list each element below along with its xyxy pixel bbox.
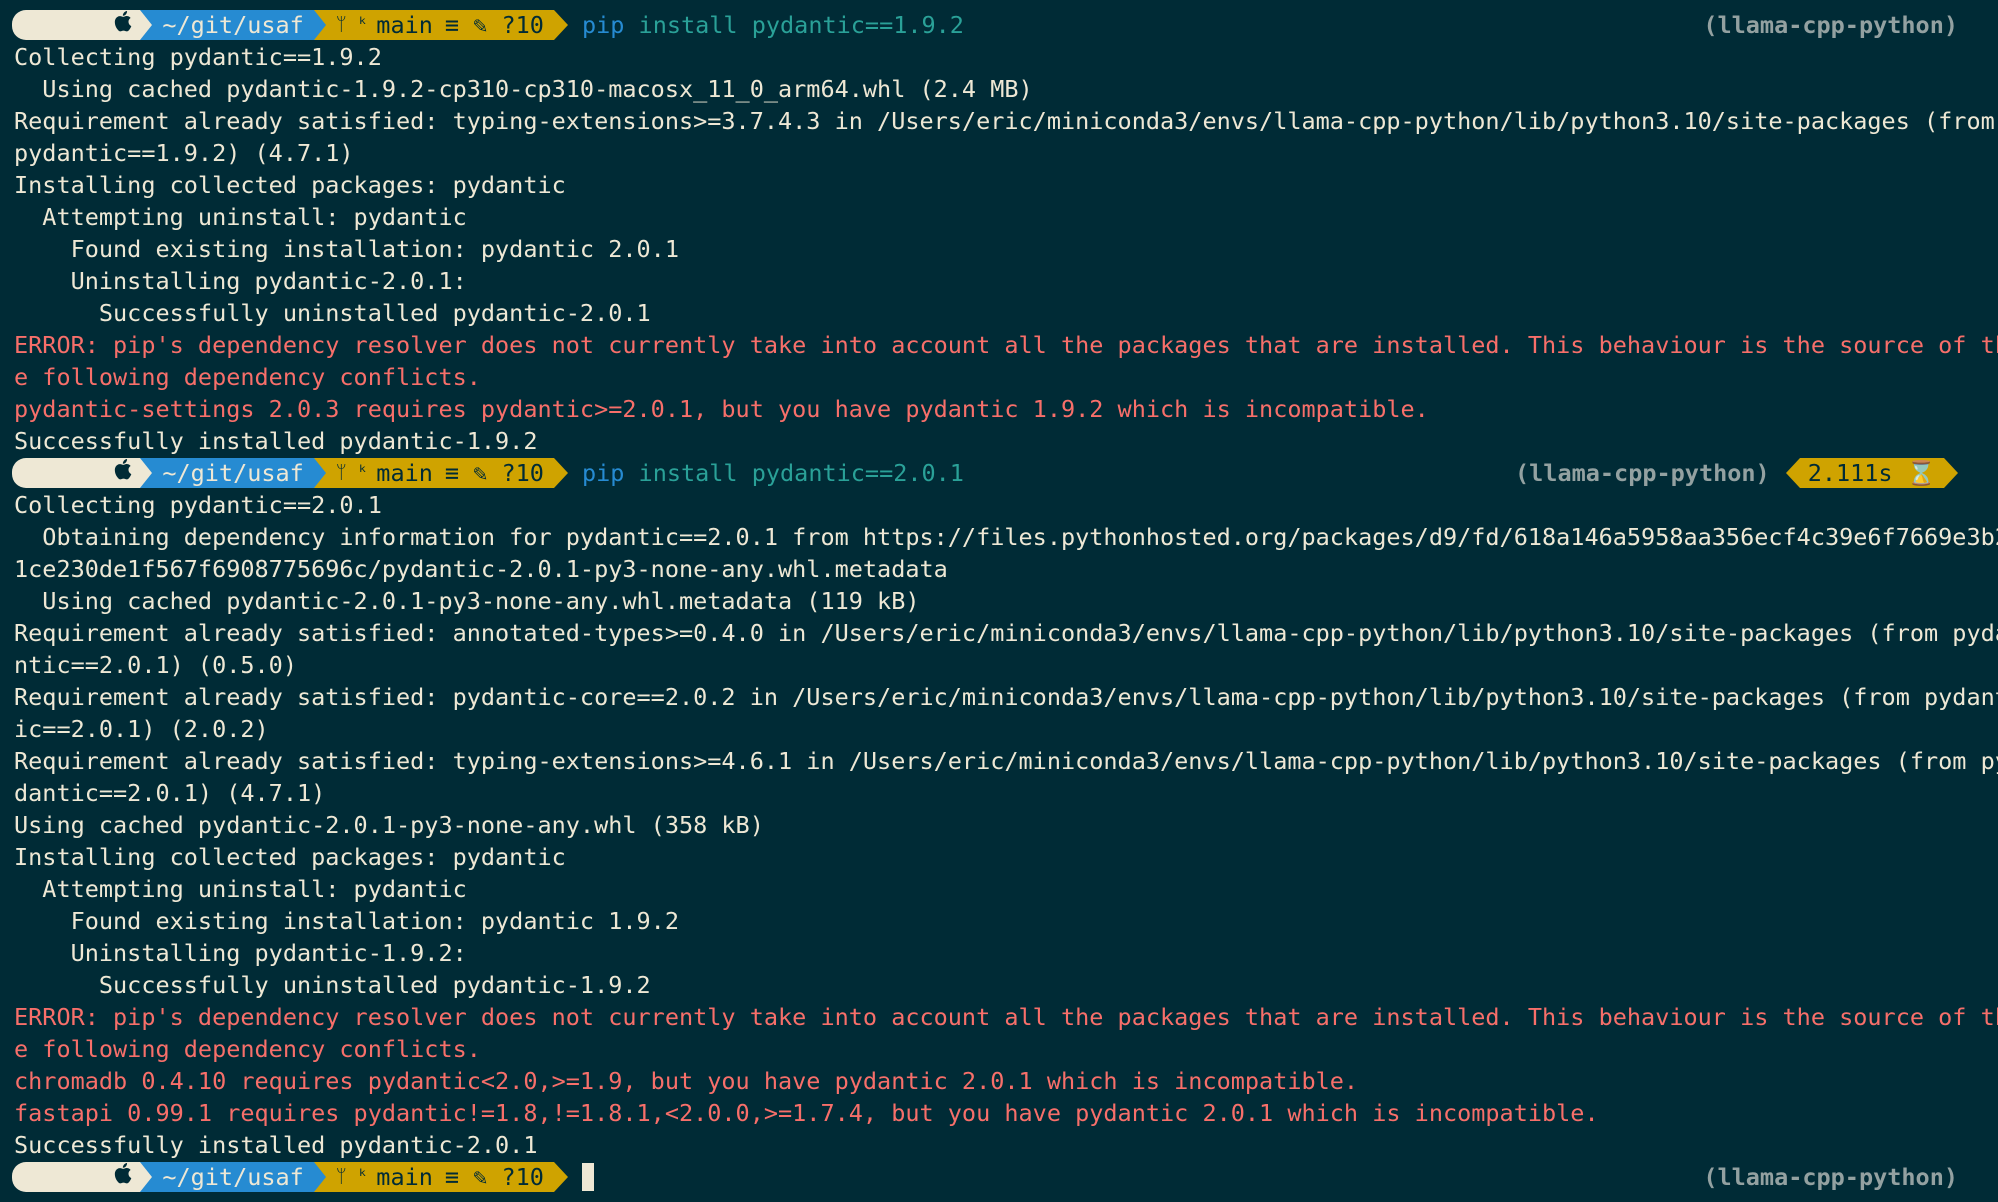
conda-env: (llama-cpp-python) xyxy=(1703,11,1958,39)
branch-icon: ᛘ ᵏ xyxy=(335,462,369,483)
prompt-line-2: ~/git/usaf ᛘ ᵏ main ≡ ✎ ?10 pip install pyd… xyxy=(12,457,1998,489)
segment-separator xyxy=(1944,458,1958,488)
error-output-line: ERROR: pip's dependency resolver does no… xyxy=(14,1003,1998,1031)
current-directory: ~/git/usaf xyxy=(162,1163,304,1191)
env-indicator: (llama-cpp-python) xyxy=(1703,9,1958,41)
output-line: pydantic==1.9.2) (4.7.1) xyxy=(14,139,354,167)
output-line: Uninstalling pydantic-1.9.2: xyxy=(14,939,467,967)
output-line: dantic==2.0.1) (4.7.1) xyxy=(14,779,326,807)
os-segment xyxy=(12,458,141,488)
command-args: install pydantic==1.9.2 xyxy=(638,11,964,39)
error-output-line: fastapi 0.99.1 requires pydantic!=1.8,!=… xyxy=(14,1099,1599,1127)
output-line: Successfully installed pydantic-1.9.2 xyxy=(14,427,538,455)
output-line: Successfully uninstalled pydantic-2.0.1 xyxy=(14,299,651,327)
output-line: Uninstalling pydantic-2.0.1: xyxy=(14,267,467,295)
output-line: Installing collected packages: pydantic xyxy=(14,843,566,871)
command-name: pip xyxy=(581,459,625,487)
prompt-line-3[interactable]: ~/git/usaf ᛘ ᵏ main ≡ ✎ ?10 (llama-cpp-pyth… xyxy=(12,1161,1998,1193)
output-line: Collecting pydantic==1.9.2 xyxy=(14,43,382,71)
text-cursor[interactable] xyxy=(581,1163,594,1191)
output-line: Using cached pydantic-2.0.1-py3-none-any… xyxy=(14,811,764,839)
output-block-1: Collecting pydantic==1.9.2 Using cached … xyxy=(14,41,1998,457)
output-line: Found existing installation: pydantic 2.… xyxy=(14,235,679,263)
output-line: Using cached pydantic-2.0.1-py3-none-any… xyxy=(14,587,920,615)
output-block-2: Collecting pydantic==2.0.1 Obtaining dep… xyxy=(14,489,1998,1161)
output-line: Using cached pydantic-1.9.2-cp310-cp310-… xyxy=(14,75,1033,103)
command-text: pip install pydantic==2.0.1 xyxy=(582,457,964,489)
error-output-line: e following dependency conflicts. xyxy=(14,363,481,391)
current-directory: ~/git/usaf xyxy=(162,459,304,487)
apple-icon xyxy=(18,1129,134,1202)
git-branch: main xyxy=(376,459,433,487)
segment-separator xyxy=(553,1162,568,1192)
git-segment: ᛘ ᵏ main ≡ ✎ ?10 xyxy=(325,1162,554,1192)
output-line: 1ce230de1f567f6908775696c/pydantic-2.0.1… xyxy=(14,555,948,583)
output-line: Attempting uninstall: pydantic xyxy=(14,875,467,903)
output-line: Successfully installed pydantic-2.0.1 xyxy=(14,1131,538,1159)
segment-separator xyxy=(1785,458,1800,488)
error-output-line: chromadb 0.4.10 requires pydantic<2.0,>=… xyxy=(14,1067,1359,1095)
segment-separator xyxy=(553,10,568,40)
output-line: Requirement already satisfied: typing-ex… xyxy=(14,747,1998,775)
env-indicator: (llama-cpp-python) 2.111s ⌛ xyxy=(1515,457,1958,489)
segment-separator xyxy=(313,10,326,40)
directory-segment: ~/git/usaf xyxy=(152,458,314,488)
output-line: Requirement already satisfied: annotated… xyxy=(14,619,1998,647)
git-status: ≡ ✎ ?10 xyxy=(444,459,544,487)
output-line: Found existing installation: pydantic 1.… xyxy=(14,907,679,935)
command-name: pip xyxy=(581,11,625,39)
output-line: Successfully uninstalled pydantic-1.9.2 xyxy=(14,971,651,999)
env-indicator: (llama-cpp-python) xyxy=(1703,1161,1958,1193)
os-segment xyxy=(12,10,141,40)
segment-separator xyxy=(140,458,153,488)
output-line: Collecting pydantic==2.0.1 xyxy=(14,491,382,519)
git-segment: ᛘ ᵏ main ≡ ✎ ?10 xyxy=(325,10,554,40)
command-text: pip install pydantic==1.9.2 xyxy=(582,9,964,41)
branch-icon: ᛘ ᵏ xyxy=(335,14,369,35)
git-status: ≡ ✎ ?10 xyxy=(444,11,544,39)
output-line: Requirement already satisfied: typing-ex… xyxy=(14,107,1995,135)
timer-value: 2.111s ⌛ xyxy=(1799,458,1944,488)
directory-segment: ~/git/usaf xyxy=(152,10,314,40)
command-args: install pydantic==2.0.1 xyxy=(638,459,964,487)
exec-timer: 2.111s ⌛ xyxy=(1785,458,1958,488)
conda-env: (llama-cpp-python) xyxy=(1703,1163,1958,1191)
segment-separator xyxy=(553,458,568,488)
segment-separator xyxy=(313,458,326,488)
output-line: ic==2.0.1) (2.0.2) xyxy=(14,715,269,743)
error-output-line: ERROR: pip's dependency resolver does no… xyxy=(14,331,1998,359)
output-line: Attempting uninstall: pydantic xyxy=(14,203,467,231)
segment-separator xyxy=(140,1162,153,1192)
branch-icon: ᛘ ᵏ xyxy=(335,1166,369,1187)
conda-env: (llama-cpp-python) xyxy=(1515,459,1770,487)
os-segment xyxy=(12,1162,141,1192)
output-line: Installing collected packages: pydantic xyxy=(14,171,566,199)
error-output-line: pydantic-settings 2.0.3 requires pydanti… xyxy=(14,395,1429,423)
error-output-line: e following dependency conflicts. xyxy=(14,1035,481,1063)
git-status: ≡ ✎ ?10 xyxy=(444,1163,544,1191)
terminal-window[interactable]: ~/git/usaf ᛘ ᵏ main ≡ ✎ ?10 pip install pyd… xyxy=(0,0,1998,1202)
segment-separator xyxy=(313,1162,326,1192)
segment-separator xyxy=(140,10,153,40)
git-branch: main xyxy=(376,1163,433,1191)
git-branch: main xyxy=(376,11,433,39)
git-segment: ᛘ ᵏ main ≡ ✎ ?10 xyxy=(325,458,554,488)
output-line: Obtaining dependency information for pyd… xyxy=(14,523,1998,551)
output-line: Requirement already satisfied: pydantic-… xyxy=(14,683,1998,711)
prompt-line-1: ~/git/usaf ᛘ ᵏ main ≡ ✎ ?10 pip install pyd… xyxy=(12,9,1998,41)
current-directory: ~/git/usaf xyxy=(162,11,304,39)
output-line: ntic==2.0.1) (0.5.0) xyxy=(14,651,297,679)
directory-segment: ~/git/usaf xyxy=(152,1162,314,1192)
